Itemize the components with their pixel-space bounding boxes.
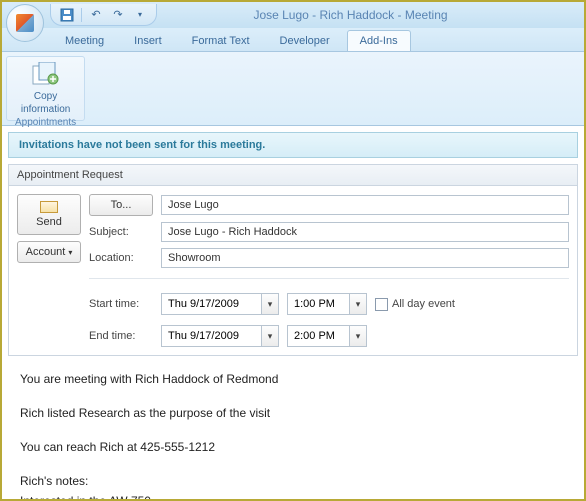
start-time-combo: ▾	[287, 293, 367, 315]
end-date-field[interactable]	[161, 325, 261, 347]
qat-dropdown-icon[interactable]: ▾	[132, 7, 148, 23]
tab-developer[interactable]: Developer	[267, 30, 343, 51]
section-header: Appointment Request	[8, 164, 578, 185]
form-area: Send Account ▾ To... Subject: Location:	[8, 185, 578, 356]
office-logo-icon	[16, 14, 34, 32]
chevron-down-icon: ▾	[268, 299, 273, 310]
qat-separator	[81, 8, 82, 22]
form-right-column: To... Subject: Location: Start time: ▾	[89, 194, 569, 347]
chevron-down-icon: ▾	[356, 331, 361, 342]
start-time-label: Start time:	[89, 298, 153, 310]
tab-meeting[interactable]: Meeting	[52, 30, 117, 51]
end-time-dropdown[interactable]: ▾	[349, 325, 367, 347]
body-line-1: You are meeting with Rich Haddock of Red…	[20, 370, 566, 388]
window-title: Jose Lugo - Rich Haddock - Meeting	[157, 8, 584, 22]
end-date-combo: ▾	[161, 325, 279, 347]
account-label: Account	[26, 246, 66, 258]
start-date-combo: ▾	[161, 293, 279, 315]
copy-info-icon	[30, 61, 62, 89]
body-line-5: Interested in the AW 750	[20, 492, 566, 501]
tab-add-ins[interactable]: Add-Ins	[347, 30, 411, 51]
location-row: Location:	[89, 248, 569, 268]
envelope-icon	[40, 201, 58, 213]
subject-field[interactable]	[161, 222, 569, 242]
start-date-field[interactable]	[161, 293, 261, 315]
account-button[interactable]: Account ▾	[17, 241, 81, 263]
tab-format-text[interactable]: Format Text	[179, 30, 263, 51]
end-time-label: End time:	[89, 330, 153, 342]
start-time-row: Start time: ▾ ▾ All day event	[89, 293, 569, 315]
end-time-combo: ▾	[287, 325, 367, 347]
copy-information-button[interactable]: Copy information	[21, 61, 70, 115]
end-time-field[interactable]	[287, 325, 349, 347]
end-time-row: End time: ▾ ▾	[89, 325, 569, 347]
all-day-checkbox-wrap[interactable]: All day event	[375, 298, 455, 311]
save-icon[interactable]	[59, 7, 75, 23]
body-line-4: Rich's notes:	[20, 472, 566, 490]
end-date-dropdown[interactable]: ▾	[261, 325, 279, 347]
chevron-down-icon: ▾	[268, 331, 273, 342]
office-button[interactable]	[6, 4, 44, 42]
to-row: To...	[89, 194, 569, 216]
ribbon-group-label: Appointments	[15, 117, 76, 128]
location-field[interactable]	[161, 248, 569, 268]
body-line-2: Rich listed Research as the purpose of t…	[20, 404, 566, 422]
to-button[interactable]: To...	[89, 194, 153, 216]
subject-row: Subject:	[89, 222, 569, 242]
all-day-checkbox[interactable]	[375, 298, 388, 311]
to-field[interactable]	[161, 195, 569, 215]
notice-bar: Invitations have not been sent for this …	[8, 132, 578, 158]
start-time-field[interactable]	[287, 293, 349, 315]
location-label: Location:	[89, 252, 153, 264]
ribbon-group-appointments: Copy information Appointments	[6, 56, 85, 121]
tab-insert[interactable]: Insert	[121, 30, 175, 51]
title-bar: ↶ ↷ ▾ Jose Lugo - Rich Haddock - Meeting	[2, 2, 584, 28]
subject-label: Subject:	[89, 226, 153, 238]
body-line-3: You can reach Rich at 425-555-1212	[20, 438, 566, 456]
all-day-label: All day event	[392, 298, 455, 310]
divider	[89, 278, 569, 279]
start-time-dropdown[interactable]: ▾	[349, 293, 367, 315]
start-date-dropdown[interactable]: ▾	[261, 293, 279, 315]
send-label: Send	[36, 216, 62, 228]
redo-icon[interactable]: ↷	[110, 7, 126, 23]
quick-access-toolbar: ↶ ↷ ▾	[50, 4, 157, 26]
copy-info-label-2: information	[21, 104, 70, 115]
send-button[interactable]: Send	[17, 194, 81, 235]
copy-info-label-1: Copy	[34, 91, 57, 102]
meeting-window: ↶ ↷ ▾ Jose Lugo - Rich Haddock - Meeting…	[0, 0, 586, 501]
ribbon: Copy information Appointments	[2, 52, 584, 126]
chevron-down-icon: ▾	[68, 248, 72, 257]
undo-icon[interactable]: ↶	[88, 7, 104, 23]
chevron-down-icon: ▾	[356, 299, 361, 310]
form-left-column: Send Account ▾	[17, 194, 81, 347]
meeting-body[interactable]: You are meeting with Rich Haddock of Red…	[2, 356, 584, 501]
ribbon-tabs: Meeting Insert Format Text Developer Add…	[2, 28, 584, 52]
